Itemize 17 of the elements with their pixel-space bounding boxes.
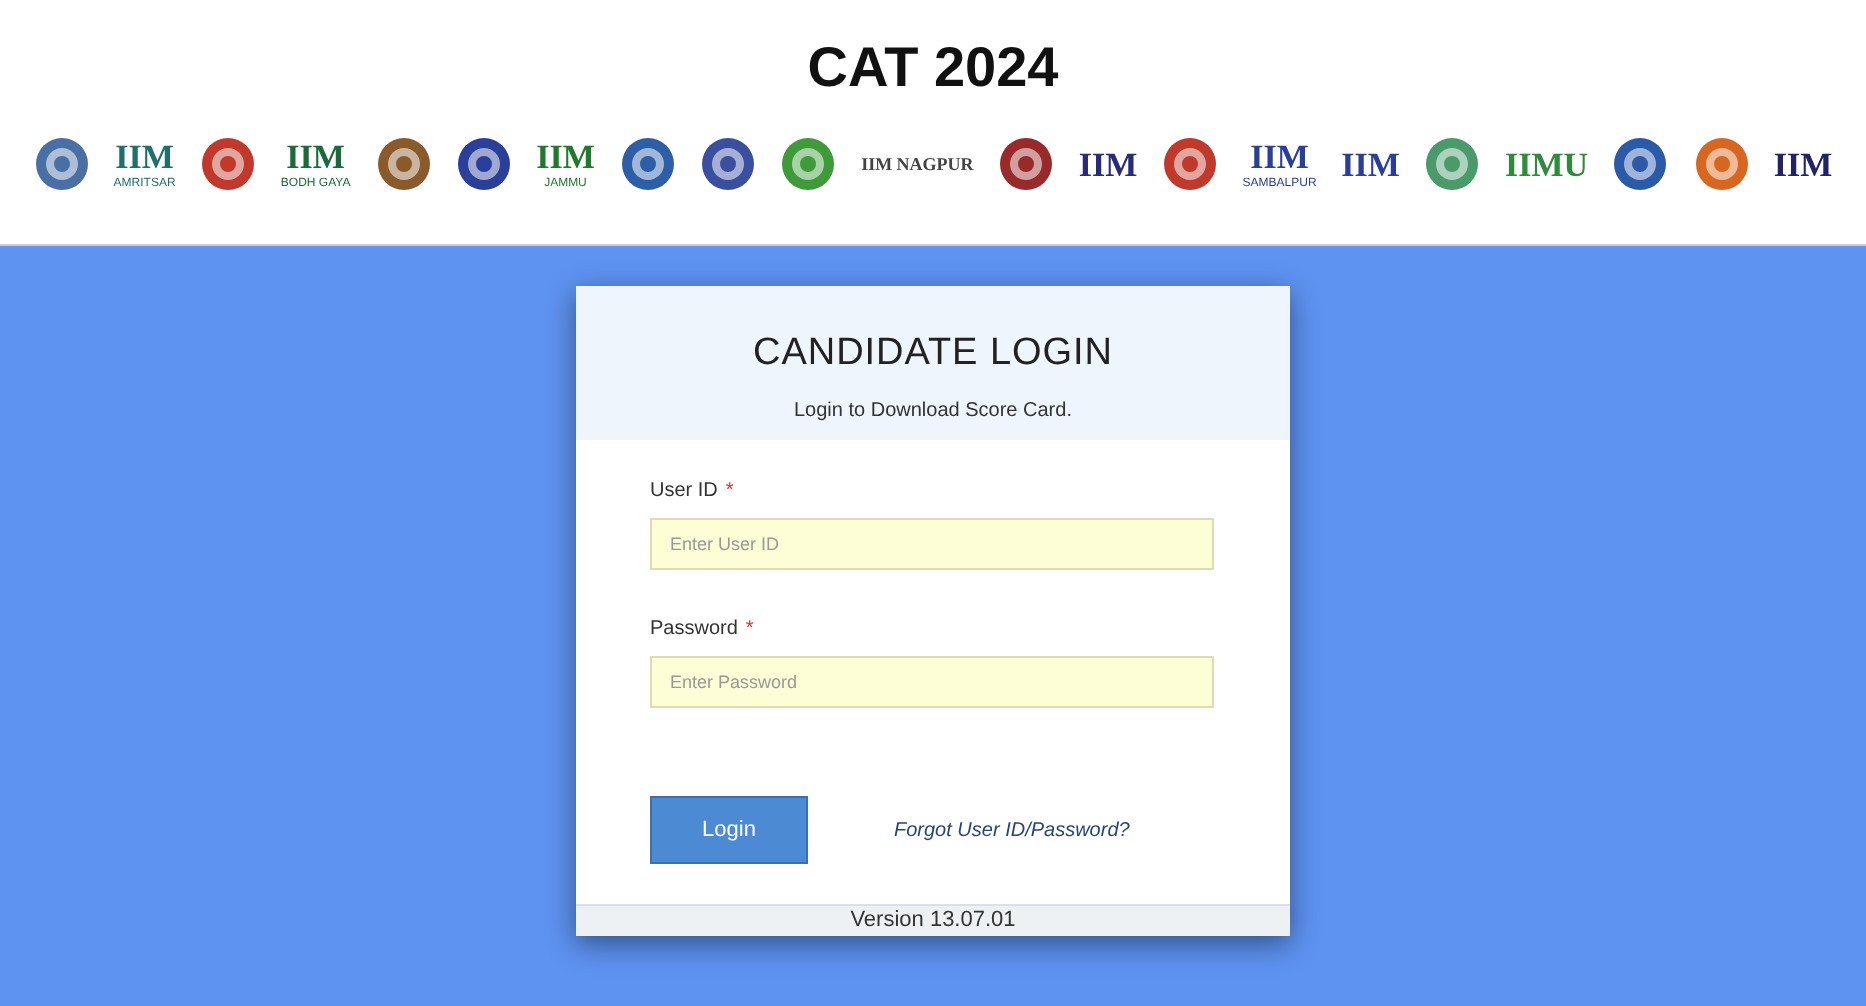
login-button[interactable]: Login — [650, 796, 808, 864]
required-mark: * — [725, 480, 734, 504]
logo-wordmark: IIM — [1078, 147, 1138, 181]
field-label: Password — [650, 618, 738, 642]
card-subheading: Login to Download Score Card. — [794, 398, 1072, 426]
input-field[interactable]: Enter User ID — [650, 518, 1214, 570]
required-mark: * — [745, 618, 754, 642]
logo-wordmark: IIM — [1341, 147, 1400, 181]
page-title: CAT 2024 — [807, 34, 1059, 102]
input-field[interactable]: Enter Password — [650, 656, 1214, 708]
logo-wordmark: IIM NAGPUR — [861, 155, 974, 173]
version-bar: Version 13.07.01 — [576, 904, 1290, 936]
logo-wordmark: IIM — [1773, 147, 1833, 181]
logo-wordmark: IIMU — [1504, 147, 1589, 181]
card-heading: CANDIDATE LOGIN — [753, 330, 1113, 378]
field-label: User ID — [650, 480, 718, 504]
forgot-link[interactable]: Forgot User ID/Password? — [894, 815, 1130, 845]
